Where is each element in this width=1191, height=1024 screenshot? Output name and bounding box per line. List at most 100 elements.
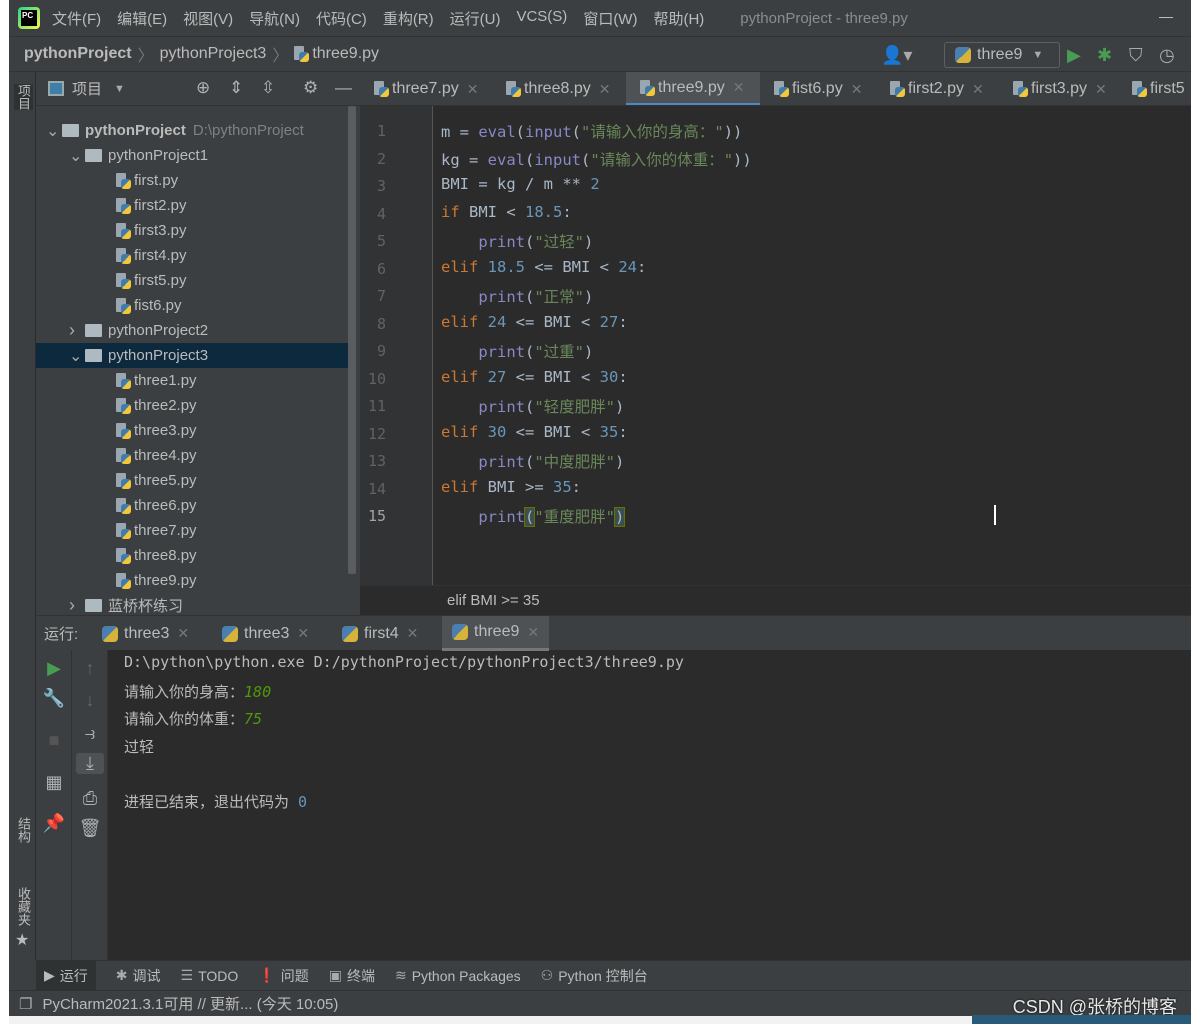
editor-tab[interactable]: three9.py ✕ bbox=[626, 72, 760, 105]
side-tab-favorites[interactable]: 收藏夹 bbox=[14, 887, 33, 926]
chevron-right-icon[interactable]: › bbox=[69, 320, 85, 341]
code-line[interactable]: elif 30 <= BMI < 35: bbox=[441, 423, 628, 441]
code-line[interactable]: elif 27 <= BMI < 30: bbox=[441, 368, 628, 386]
tool-window-python-console[interactable]: ⚇ Python 控制台 bbox=[541, 966, 648, 986]
chevron-down-icon[interactable]: ▼ bbox=[114, 83, 125, 95]
tree-item[interactable]: fist6.py bbox=[36, 293, 352, 318]
print-icon[interactable]: ⎙ bbox=[72, 788, 108, 809]
tree-item[interactable]: three6.py bbox=[36, 493, 352, 518]
code-line[interactable]: print("重度肥胖") bbox=[441, 505, 626, 527]
trash-icon[interactable]: 🗑 bbox=[72, 818, 108, 839]
notifications-icon[interactable]: ❐ bbox=[19, 995, 32, 1013]
chevron-right-icon[interactable]: › bbox=[69, 595, 85, 616]
arrow-up-icon[interactable]: ↑ bbox=[72, 658, 108, 679]
run-tab[interactable]: three3 ✕ bbox=[222, 616, 309, 651]
editor-tab[interactable]: first5 bbox=[1118, 72, 1191, 105]
tool-window-terminal[interactable]: ▣ 终端 bbox=[329, 966, 375, 986]
code-line[interactable]: print("过轻") bbox=[441, 230, 593, 252]
tool-window-problems[interactable]: ❗ 问题 bbox=[258, 966, 308, 986]
tool-window-bug[interactable]: ✱ 调试 bbox=[116, 966, 161, 986]
close-icon[interactable]: ✕ bbox=[599, 81, 611, 98]
menu-item[interactable]: 运行(U) bbox=[450, 8, 501, 29]
wrench-icon[interactable]: 🔧 bbox=[36, 688, 72, 709]
tool-window-packages[interactable]: ≋ Python Packages bbox=[395, 967, 521, 984]
chevron-down-icon[interactable]: ⌄ bbox=[69, 146, 85, 166]
coverage-icon[interactable]: ⛉ bbox=[1129, 45, 1143, 66]
tree-item[interactable]: first5.py bbox=[36, 268, 352, 293]
menu-item[interactable]: VCS(S) bbox=[516, 8, 567, 29]
scroll-to-end-icon[interactable]: ⤓ bbox=[76, 753, 104, 774]
tool-window-run[interactable]: ▶ 运行 bbox=[36, 960, 96, 991]
close-icon[interactable]: ✕ bbox=[177, 625, 189, 642]
layout-icon[interactable]: ▦ bbox=[36, 772, 72, 793]
menu-item[interactable]: 视图(V) bbox=[183, 8, 233, 29]
menu-item[interactable]: 导航(N) bbox=[249, 8, 300, 29]
close-icon[interactable]: ✕ bbox=[733, 79, 745, 96]
side-tab-project[interactable]: 项目 bbox=[14, 84, 33, 110]
close-icon[interactable]: ✕ bbox=[297, 625, 309, 642]
soft-wrap-icon[interactable]: ⥽ bbox=[72, 723, 108, 744]
editor-tab[interactable]: first3.py ✕ bbox=[999, 72, 1118, 105]
stop-icon[interactable]: ■ bbox=[36, 730, 72, 751]
editor-tab[interactable]: fist6.py ✕ bbox=[760, 72, 876, 105]
code-line[interactable]: if BMI < 18.5: bbox=[441, 203, 572, 221]
run-tab[interactable]: three3 ✕ bbox=[102, 616, 189, 651]
hide-icon[interactable]: — bbox=[335, 78, 352, 98]
menu-item[interactable]: 文件(F) bbox=[52, 8, 101, 29]
tree-item[interactable]: three9.py bbox=[36, 568, 352, 593]
tree-item[interactable]: ⌄ pythonProject D:\pythonProject bbox=[36, 118, 352, 143]
rerun-icon[interactable]: ▶ bbox=[36, 658, 72, 679]
code-line[interactable]: print("正常") bbox=[441, 285, 593, 307]
chevron-down-icon[interactable]: ⌄ bbox=[46, 121, 62, 141]
chevron-down-icon[interactable]: ⌄ bbox=[69, 346, 85, 366]
code-line[interactable]: BMI = kg / m ** 2 bbox=[441, 175, 600, 193]
user-icon[interactable]: 👤▾ bbox=[881, 45, 912, 66]
pin-icon[interactable]: 📌 bbox=[36, 813, 72, 834]
close-icon[interactable]: ✕ bbox=[527, 624, 539, 641]
expand-all-icon[interactable]: ⇕ bbox=[229, 78, 243, 98]
close-icon[interactable]: ✕ bbox=[851, 81, 863, 98]
close-icon[interactable]: ✕ bbox=[1095, 81, 1107, 98]
code-line[interactable]: elif 18.5 <= BMI < 24: bbox=[441, 258, 646, 276]
code-line[interactable]: print("中度肥胖") bbox=[441, 450, 624, 472]
tree-item[interactable]: first4.py bbox=[36, 243, 352, 268]
tool-window-list[interactable]: ☰ TODO bbox=[181, 967, 239, 984]
code-line[interactable]: kg = eval(input("请输入你的体重：")) bbox=[441, 148, 752, 170]
tree-item[interactable]: first3.py bbox=[36, 218, 352, 243]
close-icon[interactable]: ✕ bbox=[972, 81, 984, 98]
editor-tab[interactable]: first2.py ✕ bbox=[876, 72, 999, 105]
breadcrumb-file[interactable]: three9.py bbox=[312, 45, 379, 63]
minimize-button[interactable] bbox=[1159, 17, 1173, 18]
project-scrollbar[interactable] bbox=[348, 106, 356, 574]
tree-item[interactable]: ⌄ pythonProject3 bbox=[36, 343, 352, 368]
breadcrumb-folder[interactable]: pythonProject3 bbox=[160, 45, 267, 63]
tree-item[interactable]: three2.py bbox=[36, 393, 352, 418]
code-line[interactable]: elif BMI >= 35: bbox=[441, 478, 581, 496]
tree-item[interactable]: › pythonProject2 bbox=[36, 318, 352, 343]
menu-item[interactable]: 重构(R) bbox=[383, 8, 434, 29]
run-config-select[interactable]: three9 ▼ bbox=[944, 42, 1060, 68]
tree-item[interactable]: ⌄ pythonProject1 bbox=[36, 143, 352, 168]
close-icon[interactable]: ✕ bbox=[467, 81, 479, 98]
code-line[interactable]: print("过重") bbox=[441, 340, 593, 362]
locate-icon[interactable]: ⊕ bbox=[196, 78, 210, 98]
tree-item[interactable]: three5.py bbox=[36, 468, 352, 493]
menu-item[interactable]: 帮助(H) bbox=[653, 8, 704, 29]
debug-bug-icon[interactable]: ✱ bbox=[1097, 45, 1112, 66]
breadcrumb-project[interactable]: pythonProject bbox=[24, 45, 132, 63]
editor-tab[interactable]: three7.py ✕ bbox=[360, 72, 492, 105]
tree-item[interactable]: three4.py bbox=[36, 443, 352, 468]
code-line[interactable]: elif 24 <= BMI < 27: bbox=[441, 313, 628, 331]
menu-item[interactable]: 窗口(W) bbox=[583, 8, 637, 29]
run-tab[interactable]: first4 ✕ bbox=[342, 616, 418, 651]
menu-item[interactable]: 编辑(E) bbox=[117, 8, 167, 29]
arrow-down-icon[interactable]: ↓ bbox=[72, 690, 108, 711]
status-text[interactable]: PyCharm2021.3.1可用 // 更新... (今天 10:05) bbox=[42, 993, 338, 1014]
tree-item[interactable]: three3.py bbox=[36, 418, 352, 443]
tree-item[interactable]: three1.py bbox=[36, 368, 352, 393]
gear-icon[interactable]: ⚙ bbox=[303, 78, 318, 98]
code-line[interactable]: m = eval(input("请输入你的身高：")) bbox=[441, 120, 742, 142]
close-icon[interactable]: ✕ bbox=[407, 625, 419, 642]
tree-item[interactable]: first2.py bbox=[36, 193, 352, 218]
side-tab-structure[interactable]: 结构 bbox=[14, 817, 33, 843]
